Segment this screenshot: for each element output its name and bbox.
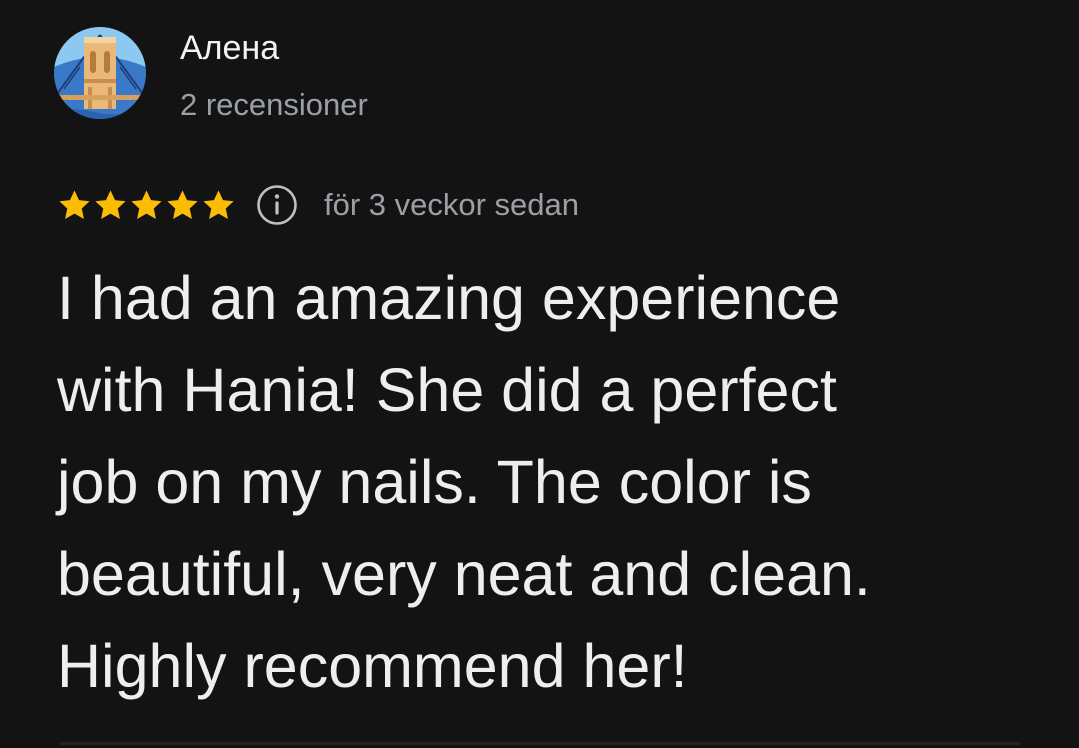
star-icon <box>92 187 129 224</box>
review-body-text: I had an amazing experience with Hania! … <box>57 264 871 700</box>
author-avatar-bridge-icon[interactable] <box>54 27 146 119</box>
star-rating <box>56 187 236 224</box>
divider <box>60 742 1020 745</box>
star-icon <box>200 187 237 224</box>
review-date: för 3 veckor sedan <box>324 187 580 222</box>
author-review-count[interactable]: 2 recensioner <box>180 86 368 124</box>
author-name[interactable]: Алена <box>180 28 279 68</box>
review-meta-row: för 3 veckor sedan <box>56 184 579 226</box>
star-icon <box>128 187 165 224</box>
review-card: Алена 2 recensioner för 3 veckor sedan I… <box>0 0 1079 748</box>
info-icon[interactable] <box>256 184 298 226</box>
star-icon <box>56 187 93 224</box>
star-icon <box>164 187 201 224</box>
